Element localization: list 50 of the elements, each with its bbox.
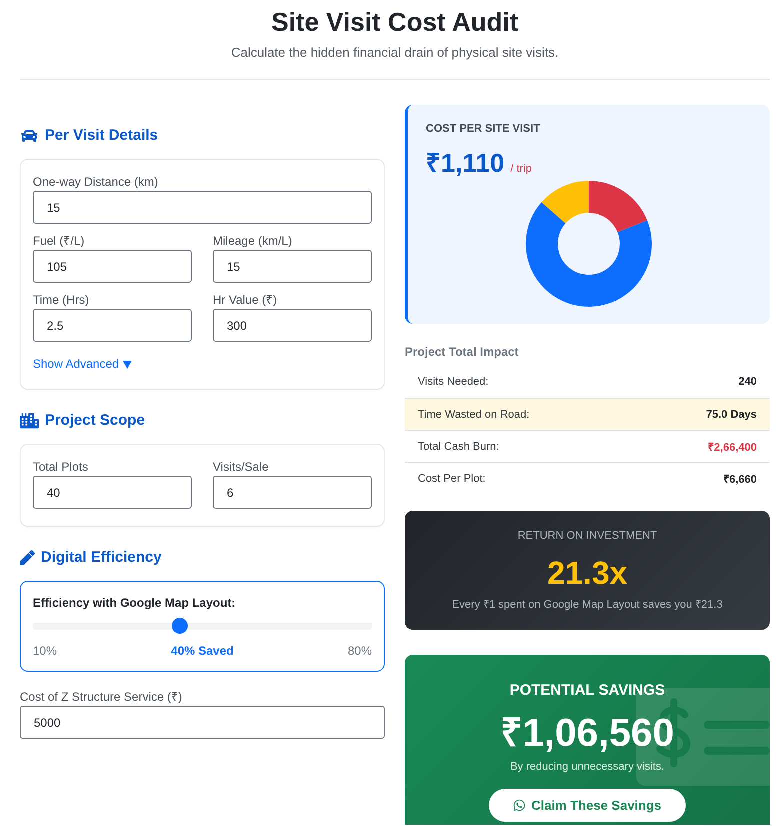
input-field[interactable]: 15 — [213, 250, 372, 283]
savings-amount: ₹1,06,560 — [500, 712, 674, 756]
row-value: ₹2,66,400 — [708, 441, 757, 454]
field-label: Cost of Z Structure Service (₹) — [20, 690, 184, 705]
buildings-icon — [20, 413, 39, 429]
field-label: One-way Distance (km) — [33, 175, 160, 190]
slider-label: Efficiency with Google Map Layout: — [33, 596, 237, 611]
field-label: Fuel (₹/L) — [33, 234, 86, 249]
cost-amount: ₹1,110 — [426, 147, 505, 179]
slider-max-label: 80% — [348, 644, 372, 659]
roi-note: Every ₹1 spent on Google Map Layout saves you ₹21.3 — [452, 598, 723, 612]
slider-min-label: 10% — [33, 644, 58, 659]
car-icon — [20, 128, 39, 144]
field-label: Visits/Sale — [213, 460, 270, 475]
whatsapp-icon — [513, 799, 526, 812]
field-label: Time (Hrs) — [33, 293, 90, 308]
input-field[interactable]: 40 — [33, 476, 192, 509]
section-heading: Project Scope — [45, 411, 146, 431]
page-title: Site Visit Cost Audit — [271, 6, 519, 38]
impact-heading: Project Total Impact — [405, 344, 520, 360]
row-label: Total Cash Burn: — [418, 440, 500, 452]
pen-icon — [20, 550, 35, 566]
input-field[interactable]: 5000 — [20, 706, 385, 739]
savings-label: POTENTIAL SAVINGS — [510, 682, 666, 700]
card-label: COST PER SITE VISIT — [426, 122, 542, 136]
roi-label: RETURN ON INVESTMENT — [518, 529, 658, 543]
slider-reading: 40% Saved — [171, 644, 234, 659]
input-field[interactable]: 15 — [33, 191, 372, 224]
savings-note: By reducing unnecessary visits. — [510, 760, 665, 774]
input-field[interactable]: 105 — [33, 250, 192, 283]
cost-unit: / trip — [510, 163, 532, 175]
slider-thumb[interactable] — [172, 618, 188, 634]
row-value: 240 — [738, 376, 757, 388]
input-field[interactable]: 6 — [213, 476, 372, 509]
row-label: Time Wasted on Road: — [418, 408, 530, 420]
roi-value: 21.3x — [547, 555, 628, 591]
input-field[interactable]: 300 — [213, 309, 372, 342]
page-subtitle: Calculate the hidden financial drain of physical site visits. — [231, 44, 559, 62]
row-value: 75.0 Days — [706, 408, 757, 420]
field-label: Mileage (km/L) — [213, 234, 294, 249]
section-heading: Digital Efficiency — [41, 548, 162, 568]
section-heading: Per Visit Details — [45, 126, 158, 146]
show-advanced-link[interactable]: Show Advanced — [33, 357, 132, 372]
field-label: Total Plots — [33, 460, 90, 475]
row-value: ₹6,660 — [723, 473, 757, 486]
claim-savings-button[interactable]: Claim These Savings — [489, 789, 686, 822]
field-label: Hr Value (₹) — [213, 293, 278, 308]
input-field[interactable]: 2.5 — [33, 309, 192, 342]
row-label: Cost Per Plot: — [418, 472, 486, 484]
row-label: Visits Needed: — [418, 376, 489, 388]
